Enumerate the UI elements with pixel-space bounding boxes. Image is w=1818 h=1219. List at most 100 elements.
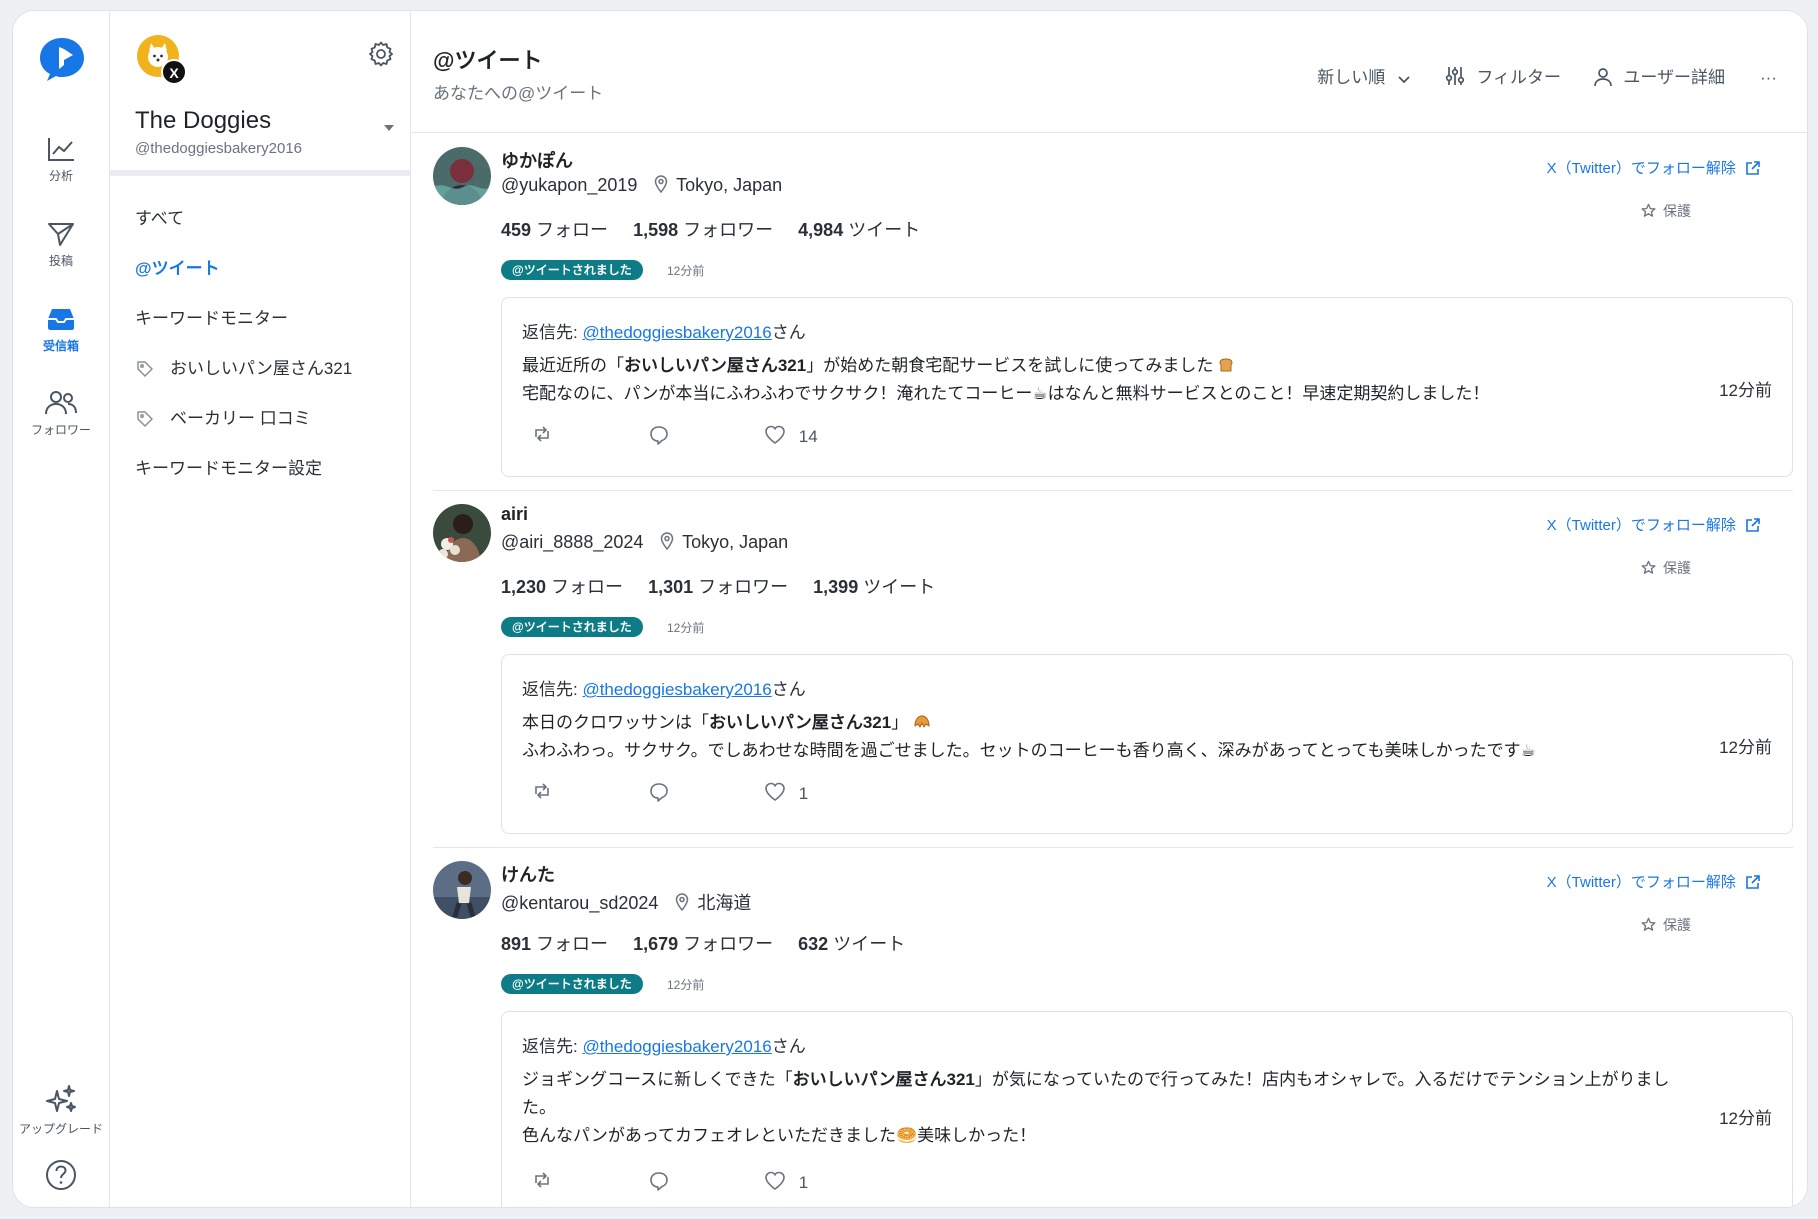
heart-icon: [765, 1171, 785, 1190]
mention-badge: @ツイートされました: [501, 974, 643, 994]
user-name[interactable]: けんた: [501, 861, 555, 887]
tweet-keyword: おいしいパン屋さん321: [624, 356, 807, 375]
reply-suffix: さん: [771, 323, 806, 342]
tweets-label: ツイート: [858, 577, 936, 597]
heart-icon: [765, 425, 785, 444]
like-count: 1: [798, 784, 809, 803]
badge-timestamp: 12分前: [667, 978, 705, 992]
nav-item-mentions[interactable]: @ツイート: [110, 244, 410, 294]
rail-label-upgrade: アップグレード: [18, 1122, 103, 1136]
tweet-text: 本日のクロワッサンは「おいしいパン屋さん321」 ふわふわっ。サクサク。でしあわ…: [522, 709, 1682, 765]
mention-feed: ゆかぽん @yukapon_2019 Tokyo, Japan 459 フォロー…: [411, 133, 1807, 1207]
tweet-body-card[interactable]: 返信先: @thedoggiesbakery2016さん 最近近所の「おいしいパ…: [501, 297, 1793, 477]
user-handle[interactable]: @airi_8888_2024: [501, 532, 643, 552]
protect-button[interactable]: 保護: [1641, 201, 1691, 221]
like-count: 14: [798, 427, 818, 446]
mention-badge: @ツイートされました: [501, 260, 643, 280]
external-link-icon: [1746, 875, 1760, 889]
reply-icon[interactable]: [648, 1170, 670, 1192]
nav-item-keyword-bakery-review[interactable]: ベーカリー 口コミ: [110, 394, 410, 444]
followers-count: 1,598: [633, 220, 679, 240]
user-location: Tokyo, Japan: [682, 532, 789, 552]
rail-item-upgrade[interactable]: アップグレード: [13, 1083, 109, 1137]
retweet-icon[interactable]: [532, 1170, 552, 1190]
protect-label: 保護: [1663, 203, 1691, 219]
followers-icon: [45, 391, 77, 415]
rail-item-inbox[interactable]: 受信箱: [13, 305, 109, 354]
more-options-icon[interactable]: ···: [1760, 63, 1777, 93]
tweet-count: 1,399: [813, 577, 859, 597]
mention-card: けんた @kentarou_sd2024 北海道 891 フォロー 1,679 …: [433, 847, 1793, 1207]
tweet-keyword: おいしいパン屋さん321: [709, 713, 892, 732]
tag-icon: [137, 411, 153, 427]
unfollow-link[interactable]: X（Twitter）でフォロー解除: [1547, 871, 1761, 892]
sort-dropdown[interactable]: 新しい順: [1317, 63, 1412, 93]
filter-button[interactable]: フィルター: [1444, 63, 1561, 93]
location-pin-icon: [661, 532, 674, 551]
page-title: @ツイート: [433, 48, 543, 73]
tweet-text-line: ふわふわっ。サクサク。でしあわせな時間を過ごせました。セットのコーヒーも香り高く…: [522, 741, 1536, 760]
reply-icon[interactable]: [648, 781, 670, 803]
reply-handle-link[interactable]: @thedoggiesbakery2016: [582, 323, 771, 342]
rail-item-post[interactable]: 投稿: [13, 220, 109, 269]
retweet-icon[interactable]: [532, 424, 552, 444]
nav-item-keyword-settings[interactable]: キーワードモニター設定: [110, 444, 410, 494]
tweets-label: ツイート: [828, 934, 906, 954]
croissant-emoji-icon: [914, 715, 930, 728]
rail-label-post: 投稿: [48, 254, 73, 268]
gear-icon[interactable]: [368, 41, 394, 67]
tweet-count: 4,984: [798, 220, 844, 240]
tweets-label: ツイート: [843, 220, 921, 240]
nav-item-keyword-monitor[interactable]: キーワードモニター: [110, 294, 410, 344]
protect-label: 保護: [1663, 560, 1691, 576]
badge-timestamp: 12分前: [667, 264, 705, 278]
user-handle[interactable]: @yukapon_2019: [501, 175, 637, 195]
retweet-icon[interactable]: [532, 781, 552, 801]
user-name[interactable]: ゆかぽん: [501, 147, 573, 173]
avatar[interactable]: [433, 861, 491, 919]
reply-handle-link[interactable]: @thedoggiesbakery2016: [582, 680, 771, 699]
tweet-text: 最近近所の「おいしいパン屋さん321」が始めた朝食宅配サービスを試しに使ってみま…: [522, 352, 1682, 408]
following-count: 891: [501, 934, 532, 954]
avatar[interactable]: [433, 147, 491, 205]
rail-label-inbox: 受信箱: [42, 339, 79, 353]
tweet-body-card[interactable]: 返信先: @thedoggiesbakery2016さん 本日のクロワッサンは「…: [501, 654, 1793, 834]
unfollow-label: X（Twitter）でフォロー解除: [1546, 874, 1736, 891]
user-detail-label: ユーザー詳細: [1623, 68, 1725, 87]
like-button[interactable]: 1: [764, 1170, 808, 1193]
chevron-down-icon: [1398, 76, 1410, 84]
user-handle[interactable]: @kentarou_sd2024: [501, 893, 658, 913]
avatar[interactable]: [433, 504, 491, 562]
protect-button[interactable]: 保護: [1641, 558, 1691, 578]
inbox-nav: すべて @ツイート キーワードモニター おいしいパン屋さん321 ベーカリー 口…: [110, 194, 410, 494]
tweet-body-card[interactable]: 返信先: @thedoggiesbakery2016さん ジョギングコースに新し…: [501, 1011, 1793, 1207]
reply-to: 返信先: @thedoggiesbakery2016さん: [522, 675, 806, 700]
reply-icon[interactable]: [648, 424, 670, 446]
user-name[interactable]: airi: [501, 504, 528, 525]
account-name: The Doggies: [135, 107, 272, 134]
tweet-timestamp: 12分前: [1719, 1109, 1772, 1128]
user-detail-button[interactable]: ユーザー詳細: [1593, 63, 1725, 93]
user-meta: @airi_8888_2024 Tokyo, Japan: [501, 532, 788, 553]
inbox-icon: [48, 309, 74, 330]
bread-emoji-icon: [1219, 358, 1233, 372]
reply-to: 返信先: @thedoggiesbakery2016さん: [522, 318, 806, 343]
star-icon: [1641, 560, 1656, 574]
tweet-timestamp: 12分前: [1719, 381, 1772, 400]
protect-button[interactable]: 保護: [1641, 915, 1691, 935]
unfollow-link[interactable]: X（Twitter）でフォロー解除: [1547, 514, 1761, 535]
rail-item-followers[interactable]: フォロワー: [13, 389, 109, 438]
user-location: 北海道: [697, 893, 752, 913]
reply-handle-link[interactable]: @thedoggiesbakery2016: [582, 1037, 771, 1056]
like-button[interactable]: 14: [764, 424, 818, 447]
nav-item-all[interactable]: すべて: [110, 194, 410, 244]
unfollow-link[interactable]: X（Twitter）でフォロー解除: [1547, 157, 1761, 178]
rail-item-analytics[interactable]: 分析: [13, 135, 109, 184]
nav-item-keyword-bakery321[interactable]: おいしいパン屋さん321: [110, 344, 410, 394]
help-button[interactable]: [13, 1158, 109, 1192]
caret-down-icon[interactable]: [382, 123, 396, 133]
app-logo-icon[interactable]: [37, 35, 87, 85]
x-platform-icon: X: [161, 59, 187, 85]
main-panel: @ツイート あなたへの@ツイート 新しい順 フィルター ユーザー詳細 ··· ゆ…: [411, 11, 1807, 1207]
like-button[interactable]: 1: [764, 781, 808, 804]
